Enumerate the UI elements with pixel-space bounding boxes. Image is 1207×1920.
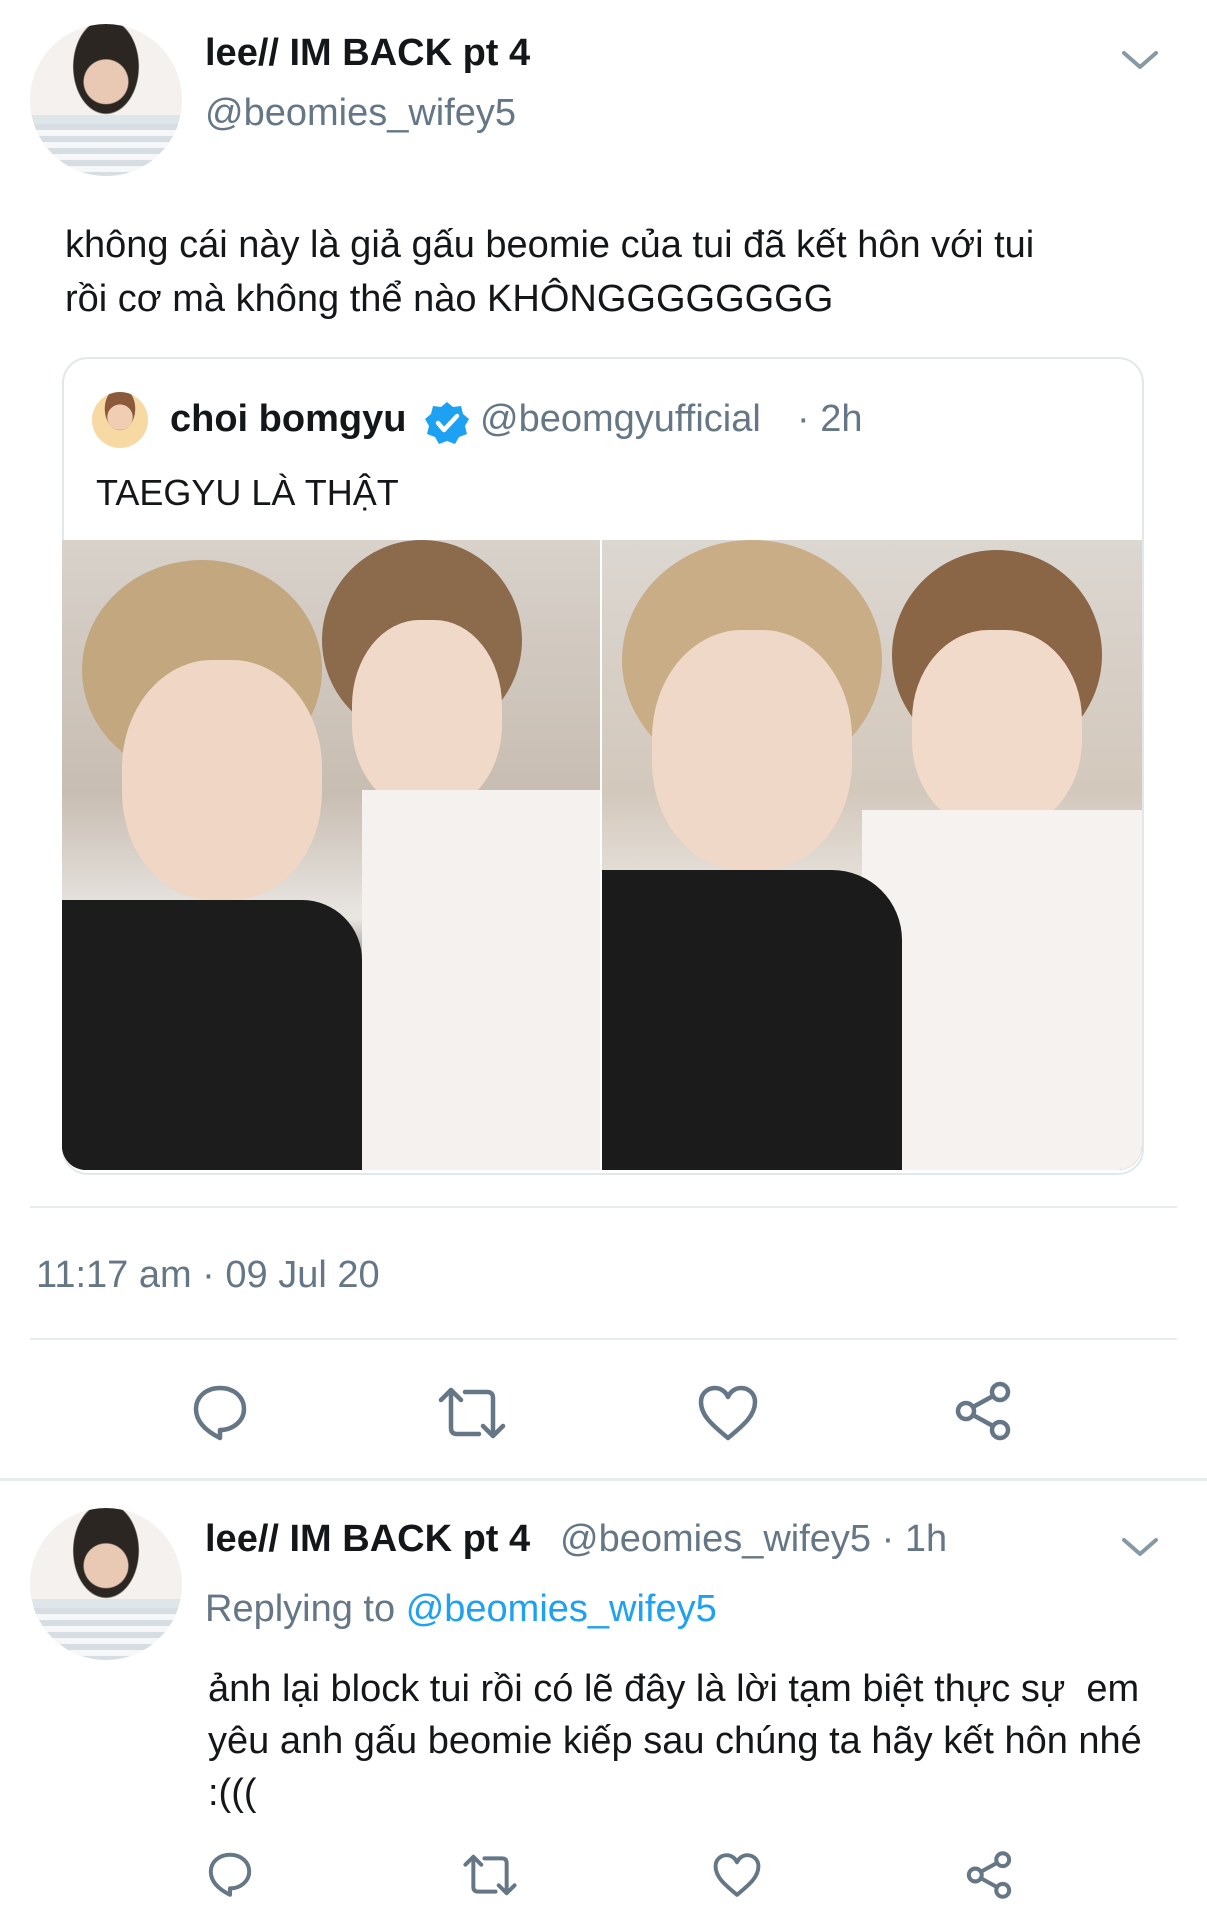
quoted-tweet-text: TAEGYU LÀ THẬT: [96, 472, 399, 513]
replying-to: Replying to @beomies_wifey5: [205, 1588, 717, 1631]
reply-text-line1: ảnh lại block tui rồi có lẽ đây là lời t…: [208, 1668, 1140, 1710]
quoted-avatar[interactable]: [92, 392, 148, 448]
main-display-name[interactable]: lee// IM BACK pt 4: [205, 32, 530, 75]
quoted-handle[interactable]: @beomgyufficial: [480, 398, 761, 441]
divider-bottom: [0, 1478, 1207, 1481]
main-handle[interactable]: @beomies_wifey5: [205, 92, 516, 135]
quoted-photo-left[interactable]: [62, 540, 600, 1170]
like-icon[interactable]: [697, 1384, 759, 1442]
reply-chevron-down-icon[interactable]: [1120, 1532, 1160, 1562]
reply-share-icon[interactable]: [964, 1850, 1014, 1900]
reply-text-line3: :(((: [208, 1772, 257, 1814]
chevron-down-icon[interactable]: [1120, 45, 1160, 75]
main-tweet-text-line1: không cái này là giả gấu beomie của tui …: [65, 224, 1035, 266]
quoted-photo-right[interactable]: [602, 540, 1142, 1170]
reply-icon[interactable]: [190, 1382, 250, 1442]
verified-badge-icon: [424, 400, 470, 446]
reply-handle-time[interactable]: @beomies_wifey5 · 1h: [560, 1518, 947, 1561]
quoted-display-name[interactable]: choi bomgyu: [170, 398, 406, 441]
tweet-timestamp: 11:17 am · 09 Jul 20: [36, 1254, 380, 1296]
reply-display-name[interactable]: lee// IM BACK pt 4: [205, 1518, 530, 1561]
reply-like-icon[interactable]: [712, 1852, 762, 1898]
reply-avatar[interactable]: [30, 1508, 182, 1660]
main-avatar[interactable]: [30, 24, 182, 176]
retweet-icon[interactable]: [437, 1384, 507, 1442]
reply-text-line2: yêu anh gấu beomie kiếp sau chúng ta hãy…: [208, 1720, 1142, 1762]
divider-mid: [30, 1338, 1177, 1340]
replying-to-handle[interactable]: @beomies_wifey5: [406, 1588, 717, 1630]
reply-retweet-icon[interactable]: [462, 1852, 518, 1898]
share-icon[interactable]: [952, 1380, 1014, 1442]
replying-to-label: Replying to: [205, 1588, 396, 1630]
reply-reply-icon[interactable]: [206, 1850, 254, 1898]
main-tweet-text-line2: rồi cơ mà không thể nào KHÔNGGGGGGGG: [65, 278, 834, 320]
divider-top: [30, 1206, 1177, 1208]
quoted-time: · 2h: [797, 398, 863, 440]
